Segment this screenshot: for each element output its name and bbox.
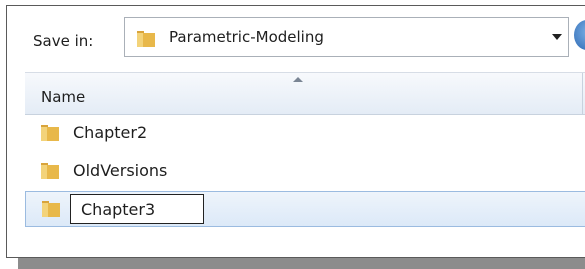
chevron-down-icon[interactable] [552,34,562,40]
column-header-row: Name D [25,72,585,115]
save-in-combobox[interactable]: Parametric-Modeling [124,17,569,57]
rename-input[interactable]: Chapter3 [70,194,204,224]
save-in-value: Parametric-Modeling [169,28,324,46]
column-header-name[interactable]: Name [41,88,85,106]
column-separator[interactable] [582,73,583,114]
file-row-chapter3[interactable]: Chapter3 3 [25,191,585,227]
folder-icon [136,28,156,48]
back-navigation-icon[interactable] [574,20,585,50]
save-in-label: Save in: [33,32,94,50]
file-name: OldVersions [73,161,168,180]
file-row-oldversions[interactable]: OldVersions 3 [25,154,585,187]
window-shadow [18,258,585,269]
file-row-chapter2[interactable]: Chapter2 3 [25,116,585,149]
sort-up-icon [293,77,303,82]
save-dialog: Save in: Parametric-Modeling Name D Chap… [6,5,585,258]
folder-icon [40,122,60,142]
file-name: Chapter2 [73,123,148,142]
folder-icon [41,198,61,218]
folder-icon [40,160,60,180]
